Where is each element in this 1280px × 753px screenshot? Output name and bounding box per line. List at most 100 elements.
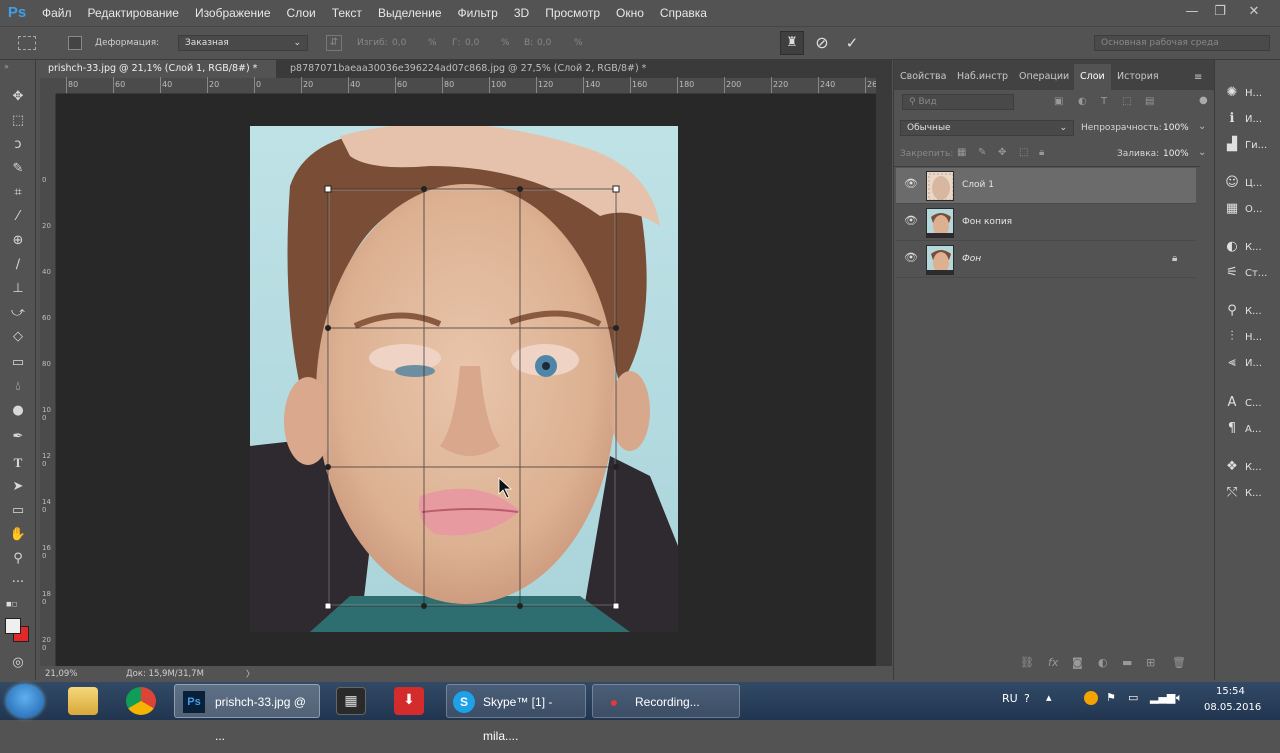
tray-expand-icon[interactable]: ▴: [1046, 691, 1052, 704]
dock-paragraph[interactable]: ¶ А...: [1223, 418, 1279, 440]
dock-swatches[interactable]: ▦ О...: [1223, 198, 1279, 220]
lock-paint-icon[interactable]: ✎: [978, 147, 986, 158]
visibility-eye-icon[interactable]: 👁︎: [904, 252, 918, 263]
clock-date[interactable]: 08.05.2016: [1204, 702, 1261, 713]
lock-all-icon[interactable]: 🔒︎: [1039, 147, 1044, 158]
dock-adjustments[interactable]: ◐ К...: [1223, 236, 1279, 258]
workspace-dropdown[interactable]: Основная рабочая среда: [1094, 35, 1270, 51]
dock-timeline[interactable]: ⤲ К...: [1223, 482, 1279, 504]
new-layer-icon[interactable]: ⊞: [1146, 656, 1155, 669]
foreground-color-swatch[interactable]: [5, 618, 21, 634]
adjustment-layer-icon[interactable]: ◐: [1098, 656, 1108, 669]
filter-toggle-icon[interactable]: ●: [1199, 95, 1208, 106]
tab-tool-presets[interactable]: Наб.инстр: [957, 64, 1008, 90]
dock-clone-source[interactable]: ⫷ И...: [1223, 352, 1279, 374]
dock-label: Ст...: [1245, 268, 1268, 279]
volume-icon[interactable]: 🔈︎: [1176, 691, 1183, 705]
dock-label: А...: [1245, 424, 1262, 435]
dock-histogram[interactable]: ▟ Ги...: [1223, 134, 1279, 156]
clone-source-icon: ⫷: [1228, 355, 1236, 370]
dock-label: К...: [1245, 462, 1262, 473]
explorer-icon[interactable]: [68, 687, 98, 715]
tab-actions[interactable]: Операции: [1019, 64, 1069, 90]
lock-transparency-icon[interactable]: ▦: [957, 147, 966, 158]
recording-icon: ●: [609, 694, 619, 710]
task-recording[interactable]: ● Recording...: [592, 684, 740, 718]
filter-shape-icon[interactable]: ⬚: [1122, 96, 1131, 107]
dock-brush-presets[interactable]: ⫶ Н...: [1223, 326, 1279, 348]
opacity-dropdown-icon[interactable]: ⌄: [1198, 121, 1206, 132]
close-icon[interactable]: ✕: [1240, 2, 1268, 22]
layers-panel-footer: ⛓ fx ◙ ◐ ▬ ⊞ 🗑︎: [894, 656, 1200, 676]
task-photoshop[interactable]: Ps prishch-33.jpg @ ...: [174, 684, 320, 743]
minimize-icon[interactable]: —: [1178, 2, 1206, 22]
visibility-eye-icon[interactable]: 👁︎: [904, 215, 918, 226]
visibility-eye-icon[interactable]: 👁︎: [904, 178, 918, 189]
download-manager-icon[interactable]: ⬇: [394, 687, 424, 715]
warp-grid-overlay[interactable]: [0, 0, 880, 666]
workspace-label: Основная рабочая среда: [1101, 38, 1219, 48]
delete-layer-icon[interactable]: 🗑︎: [1172, 656, 1186, 669]
dock-label: К...: [1245, 306, 1262, 317]
dock-3d[interactable]: ❖ К...: [1223, 456, 1279, 478]
lock-position-icon[interactable]: ✥: [998, 147, 1006, 158]
panel-menu-icon[interactable]: ≡: [1194, 72, 1202, 83]
layer-row-layer1[interactable]: 👁︎ Слой 1: [896, 168, 1196, 204]
zoom-level[interactable]: 21,09%: [45, 669, 77, 679]
chrome-icon[interactable]: [126, 687, 156, 715]
task-skype[interactable]: S Skype™ [1] - mila....: [446, 684, 586, 743]
photoshop-task-icon: Ps: [183, 691, 205, 713]
layer-row-bg[interactable]: 👁︎ Фон 🔒︎: [896, 242, 1196, 278]
task-label: Recording...: [635, 695, 700, 709]
new-group-icon[interactable]: ▬: [1122, 656, 1132, 669]
dock-brush[interactable]: ⚲ К...: [1223, 300, 1279, 322]
layer-filter-placeholder: Вид: [918, 97, 937, 107]
opacity-label: Непрозрачность:: [1081, 123, 1162, 133]
layer-name[interactable]: Фон: [962, 254, 981, 264]
histogram-icon: ▟: [1227, 137, 1237, 152]
tab-properties[interactable]: Свойства: [900, 64, 946, 90]
layer-row-bg-copy[interactable]: 👁︎ Фон копия: [896, 205, 1196, 241]
start-button-icon[interactable]: [6, 684, 44, 718]
task-label: Skype™ [1] - mila....: [483, 695, 553, 743]
vertical-scrollbar[interactable]: [876, 78, 892, 666]
add-mask-icon[interactable]: ◙: [1072, 656, 1083, 669]
layer-style-icon[interactable]: fx: [1048, 656, 1058, 669]
status-menu-arrow[interactable]: 〉: [246, 668, 255, 680]
layer-name[interactable]: Фон копия: [962, 217, 1012, 227]
dock-label: О...: [1245, 204, 1263, 215]
dock-color[interactable]: ☺ Ц...: [1223, 172, 1279, 194]
dock-info[interactable]: ℹ И...: [1223, 108, 1279, 130]
fill-value[interactable]: 100%: [1163, 149, 1189, 159]
blend-mode-dropdown[interactable]: Обычные ⌄: [900, 120, 1074, 136]
filter-adjust-icon[interactable]: ◐: [1078, 96, 1087, 107]
network-icon[interactable]: ▂▄▆: [1150, 691, 1175, 704]
tray-app-icon[interactable]: [1084, 691, 1098, 705]
dock-label: Н...: [1245, 332, 1263, 343]
dock-styles[interactable]: ⚟ Ст...: [1223, 262, 1279, 284]
clock-time[interactable]: 15:54: [1216, 686, 1245, 697]
filter-type-icon[interactable]: T: [1101, 96, 1107, 107]
fill-dropdown-icon[interactable]: ⌄: [1198, 147, 1206, 158]
windows-taskbar: Ps prishch-33.jpg @ ... ▦ ⬇ S Skype™ [1]…: [0, 682, 1280, 743]
layer-name[interactable]: Слой 1: [962, 180, 994, 190]
fill-label: Заливка:: [1117, 149, 1160, 159]
dock-navigator[interactable]: ✺ Н...: [1223, 82, 1279, 104]
restore-icon[interactable]: ❐: [1206, 2, 1234, 22]
video-editor-icon[interactable]: ▦: [336, 687, 366, 715]
tab-layers[interactable]: Слои: [1074, 64, 1111, 90]
dock-character[interactable]: A С...: [1223, 392, 1279, 414]
dock-label: С...: [1245, 398, 1262, 409]
styles-icon: ⚟: [1226, 265, 1238, 280]
tab-history[interactable]: История: [1117, 64, 1159, 90]
layer-filter-field[interactable]: ⚲ Вид: [902, 94, 1014, 110]
language-indicator[interactable]: RU: [1002, 692, 1018, 705]
lock-artboard-icon[interactable]: ⬚: [1019, 147, 1028, 158]
filter-pixel-icon[interactable]: ▣: [1054, 96, 1063, 107]
link-layers-icon[interactable]: ⛓: [1020, 656, 1034, 669]
help-icon[interactable]: ?: [1024, 692, 1030, 705]
tray-device-icon[interactable]: ▭: [1128, 691, 1138, 704]
filter-smart-icon[interactable]: ▤: [1145, 96, 1154, 107]
tray-flag-icon[interactable]: ⚑: [1106, 691, 1116, 704]
opacity-value[interactable]: 100%: [1163, 123, 1189, 133]
